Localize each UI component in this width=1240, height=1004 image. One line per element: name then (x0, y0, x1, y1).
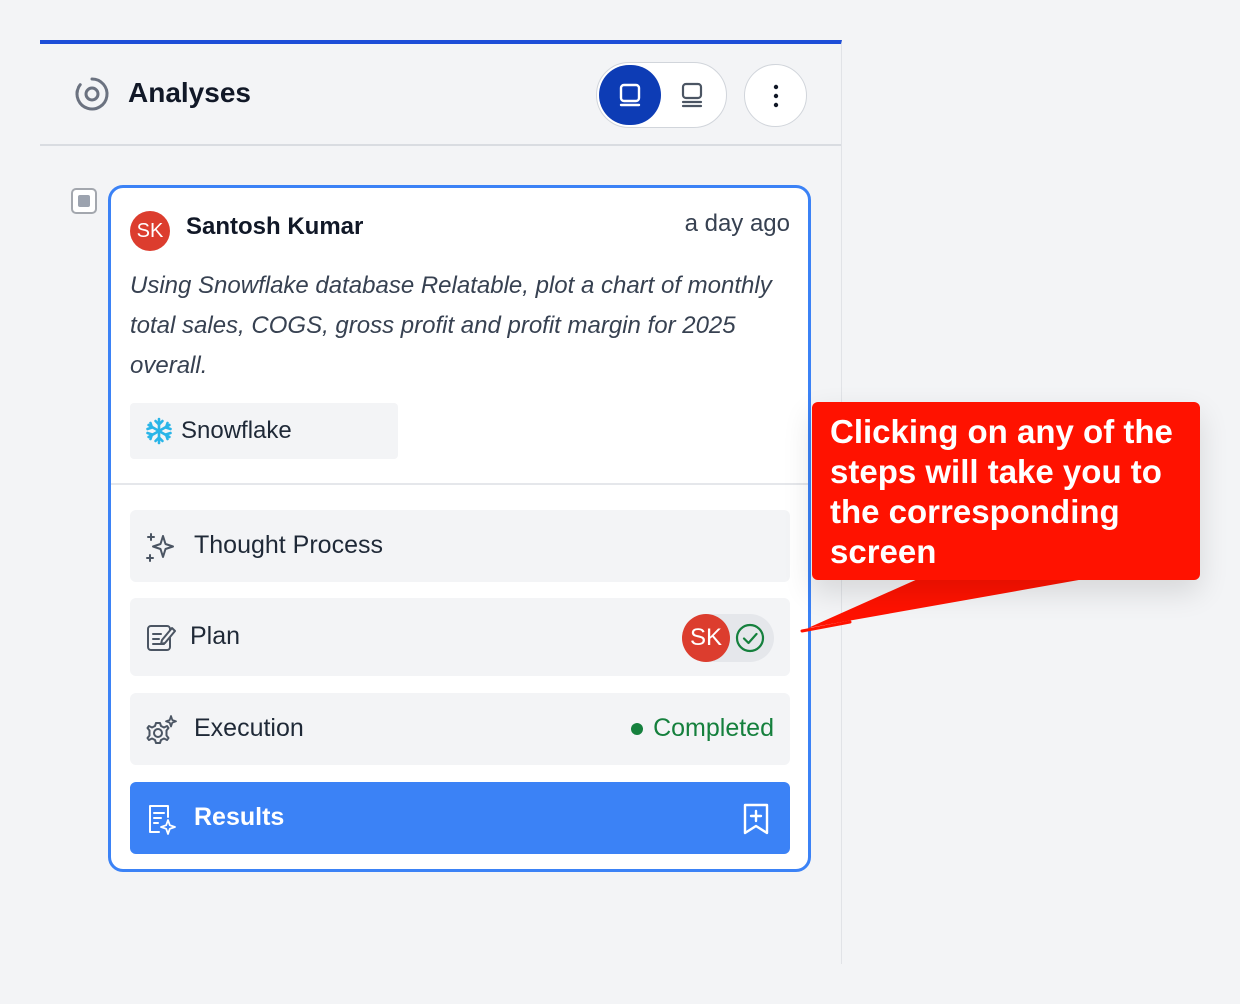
step-label: Results (194, 803, 285, 831)
step-thought-process[interactable]: Thought Process (130, 510, 790, 582)
avatar: SK (130, 211, 170, 251)
step-label: Execution (194, 714, 304, 742)
more-options-button[interactable] (744, 64, 807, 127)
single-card-view-icon (619, 83, 641, 107)
source-label: Snowflake (181, 417, 292, 444)
step-execution[interactable]: Execution Completed (130, 693, 790, 765)
single-card-view-button[interactable] (599, 65, 661, 125)
status-text: Completed (653, 714, 774, 742)
timestamp: a day ago (684, 210, 790, 237)
gear-sparkle-icon (146, 715, 177, 744)
step-results[interactable]: Results (130, 782, 790, 854)
edit-document-icon (147, 625, 176, 651)
user-name: Santosh Kumar (186, 213, 364, 240)
document-sparkle-icon (149, 805, 176, 835)
list-view-icon (681, 82, 703, 108)
analyses-icon (75, 77, 109, 111)
plan-approval-badge: SK (682, 614, 774, 662)
analyses-panel: Analyses SK Santosh Kumar a day ago Usin… (40, 40, 842, 964)
check-circle-icon (735, 623, 765, 653)
select-checkbox[interactable] (71, 188, 97, 214)
more-vertical-icon (773, 84, 778, 107)
avatar: SK (682, 614, 730, 662)
snowflake-icon (146, 417, 172, 445)
status-badge: Completed (631, 714, 774, 743)
view-toggle[interactable] (596, 62, 727, 128)
divider (111, 483, 808, 485)
step-plan[interactable]: Plan SK (130, 598, 790, 676)
source-chip: Snowflake (130, 403, 398, 459)
panel-header: Analyses (40, 44, 841, 146)
prompt-text: Using Snowflake database Relatable, plot… (130, 272, 772, 379)
callout-text: Clicking on any of the steps will take y… (830, 413, 1173, 570)
analysis-card[interactable]: SK Santosh Kumar a day ago Using Snowfla… (108, 185, 811, 872)
page-title: Analyses (128, 77, 251, 108)
callout-pointer (800, 578, 1090, 633)
status-dot (631, 722, 644, 735)
list-view-button[interactable] (661, 65, 723, 125)
step-label: Plan (190, 622, 241, 650)
bookmark-add-icon[interactable] (740, 802, 772, 836)
annotation-callout: Clicking on any of the steps will take y… (812, 402, 1200, 580)
sparkles-icon (146, 533, 174, 562)
step-label: Thought Process (194, 531, 383, 559)
